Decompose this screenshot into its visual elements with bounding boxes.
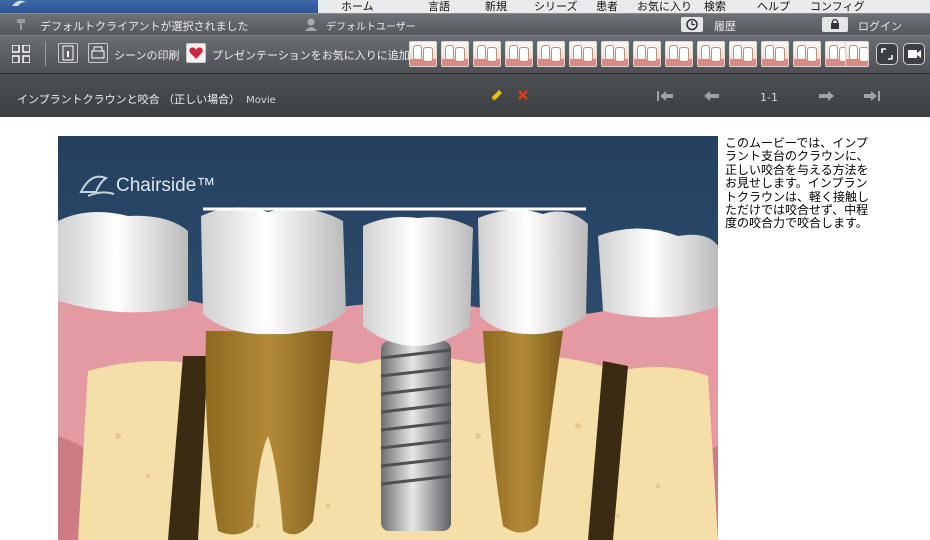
- scene-thumbnail[interactable]: [793, 41, 821, 67]
- client-status: デフォルトクライアントが選択されました: [40, 20, 249, 33]
- client-icon: [17, 19, 25, 30]
- page-title: インプラントクラウンと咬合 （正しい場合） Movie: [17, 91, 276, 107]
- expand-icon: [881, 48, 893, 60]
- scene-thumbnail[interactable]: [569, 41, 597, 67]
- add-favorite-button[interactable]: [186, 43, 206, 63]
- scene-thumbnail[interactable]: [729, 41, 757, 67]
- user-icon: [305, 18, 317, 31]
- edit-pencil-icon[interactable]: [488, 88, 504, 104]
- scene-thumbnail[interactable]: [697, 41, 725, 67]
- scene-thumbnail[interactable]: [665, 41, 693, 67]
- printer-icon: [91, 46, 105, 59]
- history-label[interactable]: 履歴: [714, 18, 736, 34]
- video-camera-icon: [908, 50, 921, 58]
- print-label[interactable]: シーンの印刷: [114, 47, 179, 63]
- nav-favorites[interactable]: お気に入り: [637, 0, 692, 14]
- toolbar-divider: [45, 42, 46, 66]
- next-page-icon[interactable]: [816, 88, 836, 104]
- presentation-button[interactable]: [903, 43, 925, 65]
- scene-thumbnail[interactable]: [601, 41, 629, 67]
- movie-player[interactable]: Chairside™: [58, 136, 718, 540]
- scene-thumbnail[interactable]: [633, 41, 661, 67]
- last-page-icon[interactable]: [862, 88, 882, 104]
- scene-thumbnail[interactable]: [845, 41, 869, 67]
- previous-page-icon[interactable]: [702, 88, 722, 104]
- fullscreen-button[interactable]: [876, 43, 898, 65]
- add-favorite-label[interactable]: プレゼンテーションをお気に入りに追加: [212, 47, 410, 63]
- scene-thumbnail[interactable]: [409, 41, 437, 67]
- toolbar: シーンの印刷 プレゼンテーションをお気に入りに追加: [0, 35, 930, 73]
- chairside-logo-icon: [12, 0, 26, 6]
- scene-thumbnail[interactable]: [441, 41, 469, 67]
- delete-icon[interactable]: [516, 88, 530, 102]
- movie-description: このムービーでは、インプラント支台のクラウンに、正しい咬合を与える方法をお見せし…: [725, 136, 870, 231]
- nav-language[interactable]: 言語: [428, 0, 450, 14]
- document-info-icon: [62, 45, 74, 61]
- login-label[interactable]: ログイン: [858, 18, 902, 34]
- lock-icon: [831, 18, 839, 29]
- brand-watermark: Chairside™: [116, 175, 216, 196]
- scene-thumbnail[interactable]: [473, 41, 501, 67]
- page-indicator: 1-1: [760, 91, 778, 104]
- nav-new[interactable]: 新規: [485, 0, 507, 14]
- nav-series[interactable]: シリーズ: [534, 0, 577, 14]
- scene-thumbnail[interactable]: [761, 41, 789, 67]
- title-bar: インプラントクラウンと咬合 （正しい場合） Movie 1-1: [0, 73, 930, 117]
- clock-icon: [686, 18, 698, 31]
- user-status: デフォルトユーザー: [326, 22, 416, 33]
- first-page-icon[interactable]: [655, 88, 675, 104]
- info-button[interactable]: [58, 43, 78, 63]
- status-bar: デフォルトクライアントが選択されました デフォルトユーザー 履歴 ログイン: [0, 13, 930, 35]
- nav-home[interactable]: ホーム: [341, 0, 374, 14]
- presentation-title: インプラントクラウンと咬合 （正しい場合）: [17, 93, 241, 106]
- nav-help[interactable]: ヘルプ: [757, 0, 790, 14]
- print-button[interactable]: [88, 43, 108, 63]
- heart-icon: [189, 47, 203, 59]
- login-button[interactable]: [822, 17, 848, 32]
- scene-thumbnail[interactable]: [505, 41, 533, 67]
- layout-grid-icon[interactable]: [12, 45, 30, 63]
- nav-config[interactable]: コンフィグ: [810, 0, 864, 14]
- nav-search[interactable]: 検索: [704, 0, 726, 14]
- history-button[interactable]: [681, 17, 703, 32]
- top-nav: ホーム 言語 新規 シリーズ 患者 お気に入り 検索 ヘルプ コンフィグ: [0, 0, 930, 13]
- nav-patient[interactable]: 患者: [596, 0, 618, 14]
- scene-thumbnail[interactable]: [537, 41, 565, 67]
- media-type-label: Movie: [246, 95, 276, 106]
